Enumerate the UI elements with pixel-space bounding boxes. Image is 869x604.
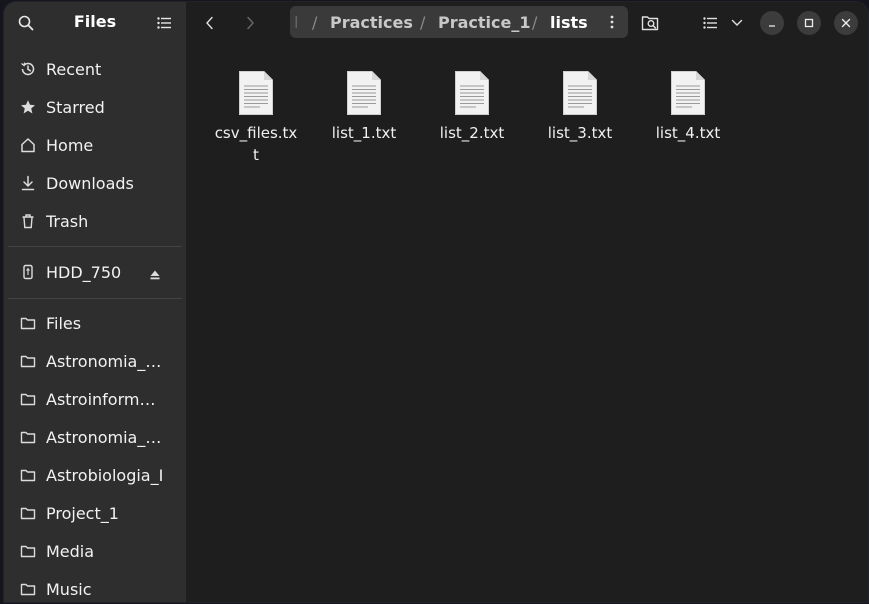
sidebar-item-bookmark[interactable]: Astrobiologia_I <box>4 456 186 494</box>
files-window: Files Recent Starred Home Downloads Tras… <box>4 2 868 602</box>
file-name: list_2.txt <box>439 124 505 142</box>
sidebar-item-label: Music <box>46 579 92 599</box>
text-file-icon <box>671 71 705 115</box>
search-folder-icon[interactable] <box>638 10 664 36</box>
sidebar: Files Recent Starred Home Downloads Tras… <box>4 2 186 602</box>
folder-icon <box>20 581 36 597</box>
sidebar-item-label: Downloads <box>46 173 134 193</box>
sidebar-item-label: Astronomia_A... <box>46 351 164 371</box>
breadcrumb-lists[interactable]: lists <box>550 13 588 32</box>
sidebar-item-home[interactable]: Home <box>4 126 186 164</box>
sidebar-divider <box>8 298 182 299</box>
clock-icon <box>20 61 36 77</box>
sidebar-item-bookmark[interactable]: Project_1 <box>4 494 186 532</box>
text-file-icon <box>239 71 273 115</box>
maximize-button[interactable] <box>797 11 821 35</box>
sidebar-item-label: Astronomia_O... <box>46 427 164 447</box>
folder-icon <box>20 543 36 559</box>
breadcrumb-separator: / <box>420 13 426 32</box>
star-icon <box>20 99 36 115</box>
breadcrumb-separator: / <box>312 13 318 32</box>
sidebar-item-label: HDD_750 <box>46 262 122 282</box>
text-file-icon <box>455 71 489 115</box>
sidebar-menu-icon[interactable] <box>154 13 174 33</box>
sidebar-item-bookmark[interactable]: Astroinformati... <box>4 380 186 418</box>
sidebar-item-label: Trash <box>46 211 89 231</box>
sidebar-item-bookmark[interactable]: Astronomia_A... <box>4 342 186 380</box>
sidebar-item-label: Astrobiologia_I <box>46 465 164 485</box>
sidebar-item-bookmark[interactable]: Music <box>4 570 186 602</box>
file-item[interactable]: list_4.txt <box>640 70 736 144</box>
sidebar-item-bookmark[interactable]: Astronomia_O... <box>4 418 186 456</box>
folder-icon <box>20 315 36 331</box>
text-file-icon <box>563 71 597 115</box>
chevron-down-icon[interactable] <box>724 10 750 36</box>
file-name: list_3.txt <box>547 124 613 142</box>
file-item[interactable]: list_3.txt <box>532 70 628 144</box>
header-bar: l / Practices / Practice_1 / lists <box>186 2 868 42</box>
path-bar-fade <box>290 6 304 38</box>
path-bar[interactable]: l / Practices / Practice_1 / lists <box>290 6 628 38</box>
usb-drive-icon <box>20 264 36 280</box>
file-name: list_4.txt <box>655 124 721 142</box>
sidebar-item-label: Home <box>46 135 94 155</box>
sidebar-item-downloads[interactable]: Downloads <box>4 164 186 202</box>
file-item[interactable]: list_1.txt <box>316 70 412 144</box>
file-item[interactable]: csv_files.txt <box>208 70 304 166</box>
list-view-icon[interactable] <box>697 10 723 36</box>
eject-icon[interactable] <box>149 266 161 280</box>
folder-icon <box>20 391 36 407</box>
sidebar-item-label: Files <box>46 313 82 333</box>
file-grid: csv_files.txt list_1.txt list_2.txt list… <box>186 42 868 602</box>
sidebar-divider <box>8 246 182 247</box>
sidebar-item-label: Project_1 <box>46 503 119 523</box>
sidebar-header: Files <box>4 2 186 42</box>
breadcrumb-separator: / <box>532 13 538 32</box>
back-button[interactable] <box>197 10 223 36</box>
breadcrumb-practice-1[interactable]: Practice_1 <box>438 13 531 32</box>
sidebar-item-label: Astroinformati... <box>46 389 164 409</box>
file-item[interactable]: list_2.txt <box>424 70 520 144</box>
close-button[interactable] <box>834 11 858 35</box>
folder-icon <box>20 505 36 521</box>
minimize-button[interactable] <box>760 11 784 35</box>
file-name: csv_files.txt <box>214 124 298 164</box>
sidebar-item-label: Starred <box>46 97 105 117</box>
text-file-icon <box>347 71 381 115</box>
sidebar-item-bookmark[interactable]: Media <box>4 532 186 570</box>
sidebar-item-recent[interactable]: Recent <box>4 50 186 88</box>
folder-icon <box>20 467 36 483</box>
sidebar-item-starred[interactable]: Starred <box>4 88 186 126</box>
home-icon <box>20 137 36 153</box>
sidebar-item-bookmark[interactable]: Files <box>4 304 186 342</box>
sidebar-item-trash[interactable]: Trash <box>4 202 186 240</box>
folder-icon <box>20 353 36 369</box>
folder-icon <box>20 429 36 445</box>
forward-button[interactable] <box>237 10 263 36</box>
sidebar-item-label: Recent <box>46 59 102 79</box>
download-icon <box>20 175 36 191</box>
sidebar-item-hdd-750[interactable]: HDD_750 <box>4 253 186 291</box>
breadcrumb-practices[interactable]: Practices <box>330 13 413 32</box>
sidebar-item-label: Media <box>46 541 95 561</box>
path-menu-icon[interactable] <box>602 12 622 32</box>
trash-icon <box>20 213 36 229</box>
file-name: list_1.txt <box>331 124 397 142</box>
